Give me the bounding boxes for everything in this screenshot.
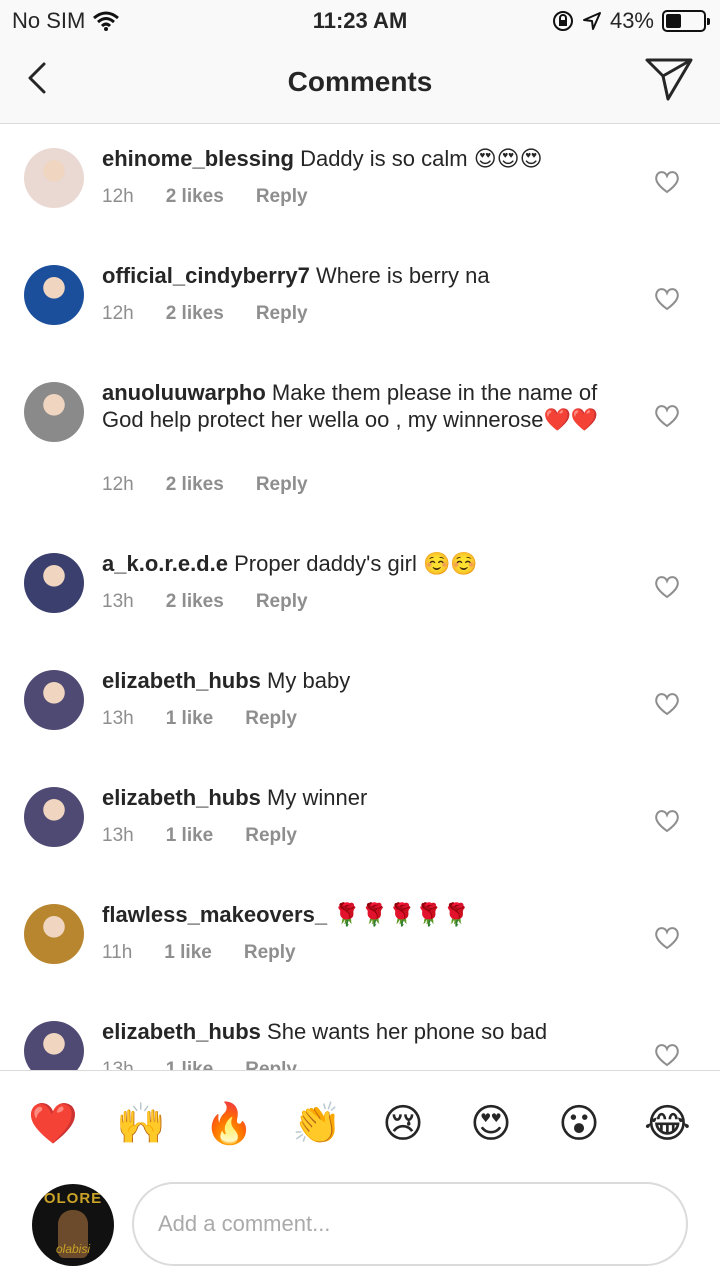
comment-body: Where is berry na xyxy=(316,263,490,288)
heart-icon[interactable] xyxy=(654,287,680,311)
comment-text: ehinome_blessing Daddy is so calm 😍😍😍 xyxy=(102,145,622,172)
comment-likes[interactable]: 1 like xyxy=(164,942,212,964)
avatar[interactable]: #8a8a8a xyxy=(24,382,84,442)
comment-text: official_cindyberry7 Where is berry na xyxy=(102,262,622,289)
comment-likes[interactable]: 1 like xyxy=(166,708,214,730)
comment-likes[interactable]: 1 like xyxy=(166,1059,214,1070)
comment-username[interactable]: ehinome_blessing xyxy=(102,146,294,171)
reply-button[interactable]: Reply xyxy=(245,1059,297,1070)
avatar[interactable]: #3a3f6e xyxy=(24,553,84,613)
heart-icon[interactable] xyxy=(654,926,680,950)
heart-icon[interactable] xyxy=(654,1043,680,1067)
avatar[interactable]: #b8862f xyxy=(24,904,84,964)
comment-body: 🌹🌹🌹🌹🌹 xyxy=(333,902,471,927)
reply-button[interactable]: Reply xyxy=(256,474,308,496)
comment-likes[interactable]: 1 like xyxy=(166,825,214,847)
heart-icon[interactable] xyxy=(654,809,680,833)
comment-meta: 12h 2 likes Reply xyxy=(102,303,340,325)
comment-text: elizabeth_hubs My winner xyxy=(102,784,622,811)
reply-button[interactable]: Reply xyxy=(244,942,296,964)
comment-time: 13h xyxy=(102,708,134,729)
battery-icon xyxy=(662,10,710,32)
navigation-header: Comments xyxy=(0,40,720,124)
rotation-lock-icon xyxy=(552,11,573,31)
comment-meta: 13h 1 like Reply xyxy=(102,825,329,847)
comment-time: 13h xyxy=(102,1059,134,1070)
comment-meta: 13h 1 like Reply xyxy=(102,1059,329,1070)
comment-time: 12h xyxy=(102,186,134,207)
reply-button[interactable]: Reply xyxy=(256,186,308,208)
reaction-emoji-button[interactable]: 😍 xyxy=(468,1101,514,1147)
comment-time: 12h xyxy=(102,474,134,495)
location-icon xyxy=(582,12,601,30)
comment-time: 11h xyxy=(102,942,133,963)
comment-body: My winner xyxy=(267,785,368,810)
heart-icon[interactable] xyxy=(654,170,680,194)
avatar-text-top: OLORE xyxy=(43,1190,103,1207)
paper-plane-icon[interactable] xyxy=(644,56,694,102)
comment-meta: 12h 2 likes Reply xyxy=(102,186,340,208)
comment-text: anuoluuwarpho Make them please in the na… xyxy=(102,379,622,433)
status-right: 43% xyxy=(552,8,710,34)
reaction-emoji-button[interactable]: 😂 xyxy=(644,1101,691,1147)
comment-meta: 11h 1 like Reply xyxy=(102,942,328,964)
comment-time: 13h xyxy=(102,591,134,612)
comment-username[interactable]: flawless_makeovers_ xyxy=(102,902,327,927)
comment-text: a_k.o.r.e.d.e Proper daddy's girl ☺️☺️ xyxy=(102,550,622,577)
comment-time: 12h xyxy=(102,303,134,324)
comment-username[interactable]: official_cindyberry7 xyxy=(102,263,310,288)
reaction-emoji-button[interactable]: 😮 xyxy=(556,1101,602,1147)
status-bar: No SIM 11:23 AM 43% xyxy=(0,0,720,40)
reply-button[interactable]: Reply xyxy=(256,591,308,613)
battery-percent: 43% xyxy=(609,8,654,33)
comment-text: elizabeth_hubs She wants her phone so ba… xyxy=(102,1018,622,1045)
page-title: Comments xyxy=(287,66,433,97)
heart-icon[interactable] xyxy=(654,575,680,599)
comment-likes[interactable]: 2 likes xyxy=(166,186,224,208)
comment-body: My baby xyxy=(267,668,351,693)
reply-button[interactable]: Reply xyxy=(256,303,308,325)
quick-reactions-bar: ❤️ 🙌 🔥 👏 😢 😍 😮 😂 xyxy=(0,1070,720,1174)
comments-list[interactable]: #e9d9d2 ehinome_blessing Daddy is so calm… xyxy=(0,124,720,1070)
comment-body: She wants her phone so bad xyxy=(267,1019,548,1044)
reply-button[interactable]: Reply xyxy=(245,825,297,847)
comment-text: flawless_makeovers_ 🌹🌹🌹🌹🌹 xyxy=(102,901,622,928)
comment-username[interactable]: elizabeth_hubs xyxy=(102,1019,261,1044)
heart-icon[interactable] xyxy=(654,404,680,428)
avatar[interactable]: #4f4a73 xyxy=(24,1021,84,1070)
comment-username[interactable]: a_k.o.r.e.d.e xyxy=(102,551,228,576)
avatar[interactable]: #4f4a73 xyxy=(24,787,84,847)
avatar[interactable]: #1c4f9b xyxy=(24,265,84,325)
avatar[interactable]: OLORE olabisi xyxy=(32,1184,114,1266)
reaction-emoji-button[interactable]: 🔥 xyxy=(204,1101,254,1147)
comment-likes[interactable]: 2 likes xyxy=(166,474,224,496)
comment-body: Daddy is so calm 😍😍😍 xyxy=(300,146,543,171)
reaction-emoji-button[interactable]: 🙌 xyxy=(116,1101,166,1147)
comment-input[interactable] xyxy=(132,1182,688,1266)
comment-time: 13h xyxy=(102,825,134,846)
comment-input-bar: OLORE olabisi xyxy=(0,1174,720,1280)
comment-username[interactable]: elizabeth_hubs xyxy=(102,668,261,693)
comment-likes[interactable]: 2 likes xyxy=(166,591,224,613)
comment-username[interactable]: anuoluuwarpho xyxy=(102,380,266,405)
avatar[interactable]: #e9d9d2 xyxy=(24,148,84,208)
avatar[interactable]: #4f4a73 xyxy=(24,670,84,730)
reaction-emoji-button[interactable]: 😢 xyxy=(380,1101,426,1147)
comment-likes[interactable]: 2 likes xyxy=(166,303,224,325)
comment-username[interactable]: elizabeth_hubs xyxy=(102,785,261,810)
comment-meta: 12h 2 likes Reply xyxy=(102,474,340,496)
battery-fill xyxy=(666,14,682,28)
comment-body: Proper daddy's girl ☺️☺️ xyxy=(234,551,478,576)
heart-icon[interactable] xyxy=(654,692,680,716)
avatar-text-bottom: olabisi xyxy=(55,1242,91,1256)
reply-button[interactable]: Reply xyxy=(245,708,297,730)
comment-text: elizabeth_hubs My baby xyxy=(102,667,622,694)
reaction-emoji-button[interactable]: ❤️ xyxy=(28,1101,78,1147)
comment-meta: 13h 1 like Reply xyxy=(102,708,329,730)
reaction-emoji-button[interactable]: 👏 xyxy=(292,1101,342,1147)
comment-meta: 13h 2 likes Reply xyxy=(102,591,340,613)
